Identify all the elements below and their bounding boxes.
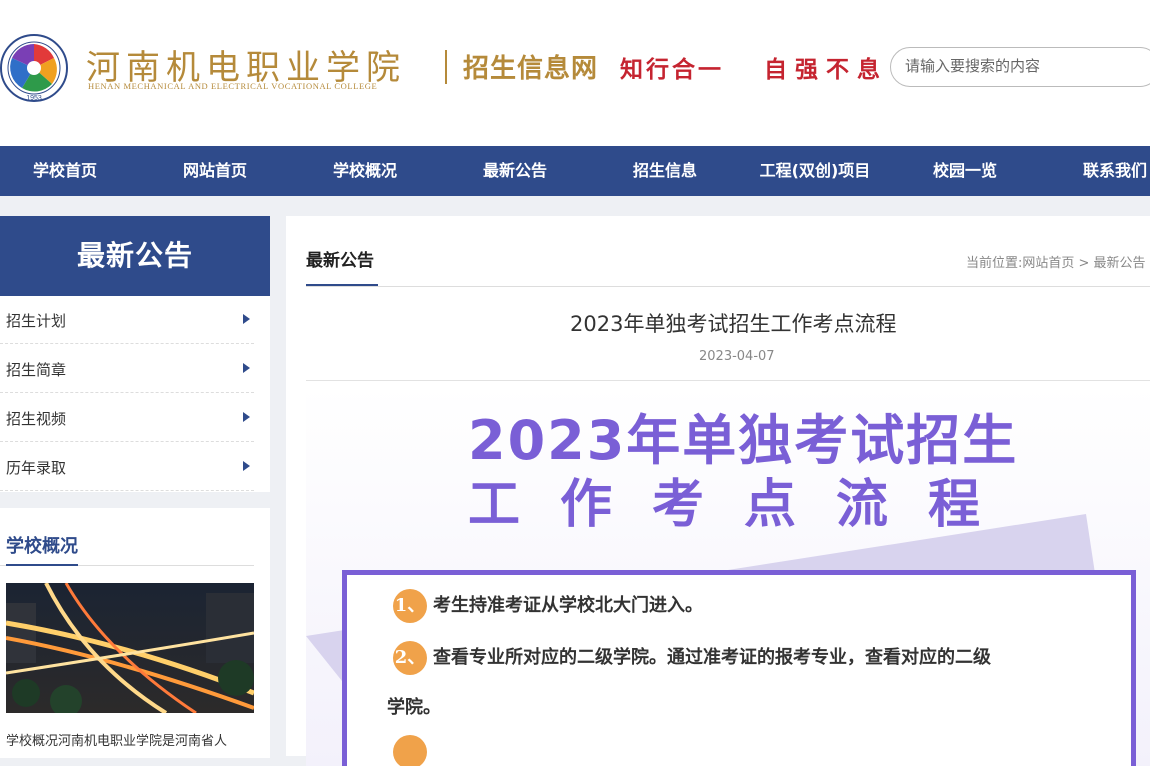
logo-year: 1953 [26,95,42,102]
school-logo-icon[interactable]: 1953 [0,28,70,108]
article-poster: 2023年单独考试招生 工作考点流程 1、 考生持准考证从学校北大门进入。 2、查… [306,386,1150,766]
campus-night-photo[interactable] [6,583,254,713]
site-header: 1953 河南机电职业学院 HENAN MECHANICAL AND ELECT… [0,0,1150,146]
nav-item-projects[interactable]: 工程(双创)项目 [750,146,880,196]
main-nav: 学校首页 网站首页 学校概况 最新公告 招生信息 工程(双创)项目 校园一览 联… [0,146,1150,196]
article-date: 2023-04-07 [699,349,775,364]
divider [306,380,1150,381]
motto-1: 知行合一 [620,56,724,83]
overview-text[interactable]: 学校概况河南机电职业学院是河南省人 [6,730,227,749]
arrow-right-icon [243,314,250,324]
step-text: 学院。 [387,697,441,718]
search-input[interactable] [903,57,1147,76]
arrow-right-icon [243,412,250,422]
nav-item-campus[interactable]: 校园一览 [900,146,1030,196]
article-title: 2023年单独考试招生工作考点流程 [570,312,897,336]
nav-item-contact[interactable]: 联系我们 [1050,146,1150,196]
nav-item-admissions[interactable]: 招生信息 [600,146,730,196]
step-number-badge: 1、 [393,589,427,623]
step-text: 考生持准考证从学校北大门进入。 [433,595,703,616]
nav-item-school-home[interactable]: 学校首页 [0,146,130,196]
step-number-badge: 2、 [393,641,427,675]
motto-2: 自强不息 [764,56,888,83]
school-name-en: HENAN MECHANICAL AND ELECTRICAL VOCATION… [88,81,378,91]
sidebar-header: 最新公告 [0,216,270,296]
overview-title[interactable]: 学校概况 [6,532,78,558]
poster-step [393,735,433,766]
step-number-badge [393,735,427,766]
nav-item-announcements[interactable]: 最新公告 [450,146,580,196]
breadcrumb[interactable]: 当前位置:网站首页 > 最新公告 [966,252,1146,271]
title-underline [6,564,78,566]
search-box[interactable] [890,47,1150,87]
poster-heading-2: 工作考点流程 [468,475,1021,535]
sidebar-item-label: 招生计划 [6,312,67,330]
sidebar-announcements: 最新公告 招生计划 招生简章 招生视频 历年录取 [0,216,270,492]
arrow-right-icon [243,461,250,471]
sidebar-item-video[interactable]: 招生视频 [0,394,254,442]
sidebar-item-history[interactable]: 历年录取 [0,443,254,491]
site-name: 招生信息网 [463,54,599,84]
sidebar-overview: 学校概况 学校概况河南机电职业学院是河南省人 [0,508,270,758]
divider [306,286,1150,287]
arrow-right-icon [243,363,250,373]
main-content: 最新公告 当前位置:网站首页 > 最新公告 2023年单独考试招生工作考点流程 … [286,216,1150,766]
step-text: 查看专业所对应的二级学院。通过准考证的报考专业，查看对应的二级 [433,647,991,668]
section-title: 最新公告 [306,251,374,271]
nav-item-overview[interactable]: 学校概况 [300,146,430,196]
sidebar-item-label: 招生简章 [6,361,67,379]
title-underline [306,284,378,286]
sidebar-item-plan[interactable]: 招生计划 [0,296,254,344]
poster-step: 2、 查看专业所对应的二级学院。通过准考证的报考专业，查看对应的二级 [393,641,991,675]
poster-step: 1、 考生持准考证从学校北大门进入。 [393,589,703,623]
sidebar-item-label: 历年录取 [6,459,67,477]
poster-step-continued: 学院。 [387,693,441,719]
nav-item-site-home[interactable]: 网站首页 [150,146,280,196]
header-divider [445,50,447,84]
poster-steps-card: 1、 考生持准考证从学校北大门进入。 2、 查看专业所对应的二级学院。通过准考证的报… [342,570,1136,766]
sidebar-item-brochure[interactable]: 招生简章 [0,345,254,393]
sidebar-item-label: 招生视频 [6,410,67,428]
